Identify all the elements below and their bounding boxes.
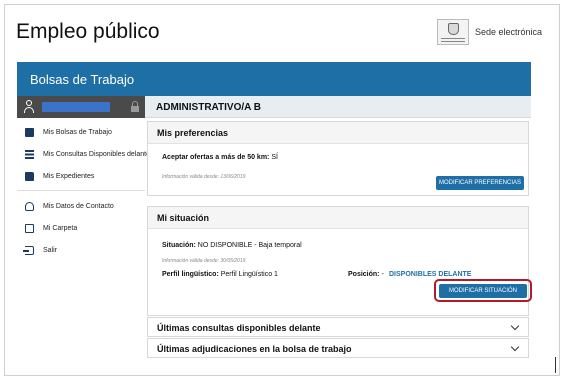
accordion-recent-consultations[interactable]: Últimas consultas disponibles delante xyxy=(147,317,529,337)
banner: Bolsas de Trabajo xyxy=(17,62,531,96)
banner-title: Bolsas de Trabajo xyxy=(30,72,135,87)
sidebar-item-mis-expedientes[interactable]: Mis Expedientes xyxy=(17,170,145,184)
accordion-recent-awards[interactable]: Últimas adjudicaciones en la bolsa de tr… xyxy=(147,338,529,358)
preferences-info: Información válida desde: 13/06/2019 xyxy=(162,174,246,180)
lock-icon xyxy=(131,101,139,112)
accordion-label: Últimas consultas disponibles delante xyxy=(157,323,321,333)
folder-icon xyxy=(25,172,34,181)
profile-value: Perfil Lingüístico 1 xyxy=(220,271,278,278)
sidebar-item-label: Mis Datos de Contacto xyxy=(43,203,114,210)
card-title-bar: Mis preferencias xyxy=(148,122,528,144)
chevron-down-icon xyxy=(510,342,520,352)
section-title: ADMINISTRATIVO/A B xyxy=(156,102,261,113)
preferences-card: Mis preferencias Aceptar ofertas a más d… xyxy=(147,121,529,196)
user-bar xyxy=(17,96,145,118)
sidebar-item-label: Mis Consultas Disponibles delante xyxy=(43,151,150,158)
situation-value: NO DISPONIBLE - Baja temporal xyxy=(197,242,302,249)
user-icon xyxy=(23,100,35,113)
sidebar-item-label: Mis Bolsas de Trabajo xyxy=(43,129,112,136)
available-ahead-link[interactable]: DISPONIBLES DELANTE xyxy=(389,271,471,278)
section-header: ADMINISTRATIVO/A B xyxy=(145,96,531,118)
profile-label: Perfil lingüístico: xyxy=(162,271,219,278)
sidebar-item-mi-carpeta[interactable]: Mi Carpeta xyxy=(17,222,145,236)
user-icon xyxy=(25,202,34,211)
situation-card: Mi situación Situación: NO DISPONIBLE - … xyxy=(147,206,532,316)
sidebar-item-label: Mis Expedientes xyxy=(43,173,95,180)
exit-icon xyxy=(23,246,34,255)
situation-info: Información válida desde: 30/05/2019 xyxy=(162,258,246,264)
sidebar-divider xyxy=(17,190,145,191)
profile-row: Perfil lingüístico: Perfil Lingüístico 1 xyxy=(162,271,278,278)
page-frame: Empleo público Sede electrónica Bolsas d… xyxy=(4,4,560,376)
list-icon xyxy=(25,150,34,159)
offer-label: Aceptar ofertas a más de 50 km: xyxy=(162,154,270,161)
sidebar-item-mis-consultas[interactable]: Mis Consultas Disponibles delante xyxy=(17,148,150,162)
situation-label: Situación: xyxy=(162,242,196,249)
position-value: - xyxy=(381,271,384,278)
accordion-label: Últimas adjudicaciones en la bolsa de tr… xyxy=(157,344,352,354)
sidebar-item-salir[interactable]: Salir xyxy=(17,244,145,258)
sidebar: Mis Bolsas de Trabajo Mis Consultas Disp… xyxy=(17,96,150,364)
card-title-bar: Mi situación xyxy=(148,207,528,229)
sidebar-item-mis-bolsas[interactable]: Mis Bolsas de Trabajo xyxy=(17,126,145,140)
folder-outline-icon xyxy=(25,224,34,233)
top-header: Empleo público Sede electrónica xyxy=(5,5,561,57)
position-row: Posición: - xyxy=(348,271,384,278)
situation-row: Situación: NO DISPONIBLE - Baja temporal xyxy=(162,242,302,249)
sede-electronica-link[interactable]: Sede electrónica xyxy=(475,27,542,37)
user-name-redacted xyxy=(42,102,110,112)
divider-tick xyxy=(555,357,556,373)
modify-situation-button[interactable]: MODIFICAR SITUACIÓN xyxy=(439,284,527,298)
sidebar-item-label: Salir xyxy=(43,247,58,254)
sidebar-item-label: Mi Carpeta xyxy=(43,225,78,232)
government-logo-icon[interactable] xyxy=(437,19,469,45)
offer-row: Aceptar ofertas a más de 50 km: SÍ xyxy=(162,154,278,161)
preferences-title: Mis preferencias xyxy=(157,128,229,138)
situation-title: Mi situación xyxy=(157,213,210,223)
chevron-down-icon xyxy=(510,321,520,331)
position-label: Posición: xyxy=(348,271,380,278)
offer-value: SÍ xyxy=(271,154,278,161)
briefcase-icon xyxy=(25,128,34,137)
modify-preferences-button[interactable]: MODIFICAR PREFERENCIAS xyxy=(436,176,524,190)
app-title: Empleo público xyxy=(16,20,160,43)
sidebar-item-mis-datos-contacto[interactable]: Mis Datos de Contacto xyxy=(17,200,145,214)
